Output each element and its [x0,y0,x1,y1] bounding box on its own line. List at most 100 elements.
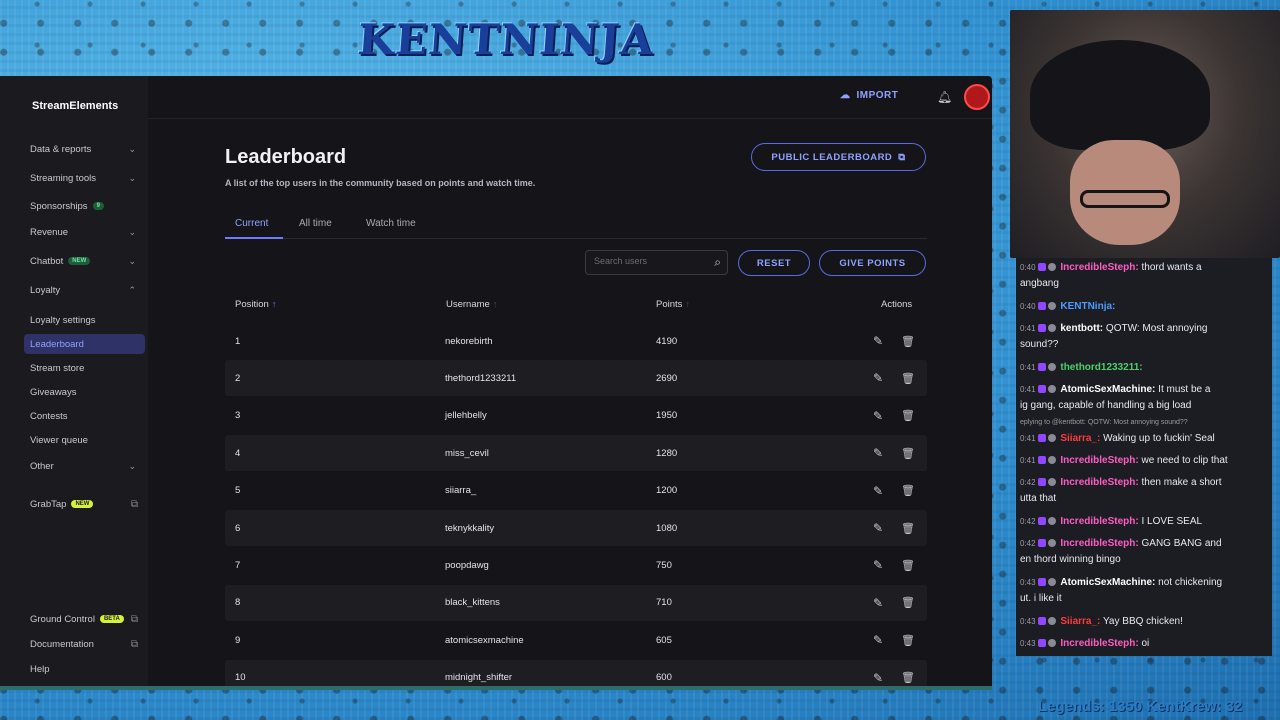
tab-current[interactable]: Current [235,218,268,229]
sidebar-item-contests[interactable]: Contests [30,406,140,426]
bell-icon[interactable]: 🔔︎ [937,90,952,104]
sidebar-item-other[interactable]: Other ⌄ [30,456,140,476]
page-subtitle: A list of the top users in the community… [225,178,536,188]
sidebar-item-revenue[interactable]: Revenue ⌄ [30,222,140,242]
tab-bar: Current All time Watch time [225,214,927,239]
public-leaderboard-label: PUBLIC LEADERBOARD [771,151,893,163]
user-badge-icon [1047,263,1056,271]
trash-icon[interactable]: 🗑︎ [901,484,915,497]
user-badge-icon [1047,478,1056,486]
chat-reply-context: eplying to @kentbott: QOTW: Most annoyin… [1020,419,1188,426]
sidebar-item-label: Loyalty [30,284,61,296]
subscriber-badge-icon [1037,539,1046,547]
sidebar-item-ground-control[interactable]: Ground Control BETA ⧉ [30,609,140,629]
trash-icon[interactable]: 🗑︎ [901,596,915,609]
reset-button[interactable]: RESET [738,250,810,276]
cell-username: nekorebirth [445,335,493,347]
trash-icon[interactable]: 🗑︎ [901,409,915,422]
edit-icon[interactable]: ✎ [873,484,883,498]
sidebar-item-label: Chatbot [30,255,64,267]
trash-icon[interactable]: 🗑︎ [901,559,915,572]
table-row: 7 poopdawg 750 ✎ 🗑︎ [225,547,927,583]
sidebar-item-giveaways[interactable]: Giveaways [30,382,140,402]
external-link-icon: ⧉ [130,638,138,650]
chat-timestamp: 0:41 [1020,363,1036,372]
edit-icon[interactable]: ✎ [873,633,883,647]
streamelements-logo[interactable]: StreamElements [32,100,118,112]
sidebar-item-label: Giveaways [30,386,77,398]
trash-icon[interactable]: 🗑︎ [901,634,915,647]
cell-position: 7 [235,559,241,571]
chat-timestamp: 0:40 [1020,263,1036,272]
table-row: 8 black_kittens 710 ✎ 🗑︎ [225,584,927,621]
chat-timestamp: 0:41 [1020,456,1036,465]
chat-username[interactable]: IncredibleSteph: [1060,516,1138,527]
chat-username[interactable]: Siiarra_: [1060,433,1100,444]
chat-timestamp: 0:43 [1020,639,1036,648]
sidebar-item-label: Help [30,663,50,675]
sidebar-item-grabtap[interactable]: GrabTap NEW ⧉ [30,494,140,514]
sidebar-item-sponsorships[interactable]: Sponsorships 9 [30,196,140,216]
edit-icon[interactable]: ✎ [873,521,883,535]
edit-icon[interactable]: ✎ [873,446,883,460]
cell-position: 8 [235,597,241,609]
trash-icon[interactable]: 🗑︎ [901,671,915,684]
column-header-position[interactable]: Position ↑ [235,299,276,310]
give-points-button[interactable]: GIVE POINTS [819,250,926,276]
column-header-points[interactable]: Points ↑ [656,299,690,310]
goal-ticker: Legends: 1350 KentKrew: 32 [1038,698,1243,715]
edit-icon[interactable]: ✎ [873,596,883,610]
sidebar-item-documentation[interactable]: Documentation ⧉ [30,634,140,654]
chat-text-continued: sound?? [1020,339,1059,350]
cell-position: 1 [235,335,241,347]
sidebar-item-stream-store[interactable]: Stream store [30,358,140,378]
sidebar-item-chatbot[interactable]: Chatbot NEW ⌄ [30,251,140,271]
chat-username[interactable]: IncredibleSteph: [1060,477,1138,488]
sidebar-item-data-reports[interactable]: Data & reports ⌄ [30,139,140,159]
edit-icon[interactable]: ✎ [873,409,883,423]
chat-timestamp: 0:42 [1020,517,1036,526]
table-row: 4 miss_cevil 1280 ✎ 🗑︎ [225,435,927,472]
sidebar-item-loyalty[interactable]: Loyalty ⌃ [30,280,140,300]
channel-logo: KENTNINJA [356,14,656,64]
sidebar-item-viewer-queue[interactable]: Viewer queue [30,430,140,450]
chat-text-continued: utta that [1020,493,1057,504]
trash-icon[interactable]: 🗑︎ [901,447,915,460]
user-badge-icon [1047,539,1056,547]
chat-username[interactable]: IncredibleSteph: [1060,455,1138,466]
chat-username[interactable]: IncredibleSteph: [1060,638,1138,649]
sidebar-item-streaming-tools[interactable]: Streaming tools ⌄ [30,168,140,188]
edit-icon[interactable]: ✎ [873,371,883,385]
search-input[interactable] [594,256,704,266]
tab-all-time[interactable]: All time [299,218,332,229]
chat-username[interactable]: KENTNinja: [1060,301,1115,312]
column-header-username[interactable]: Username ↑ [446,299,497,310]
chat-message: 0:41 kentbott: QOTW: Most annoying sound?… [1020,321,1268,353]
tab-watch-time[interactable]: Watch time [366,218,416,229]
edit-icon[interactable]: ✎ [873,558,883,572]
trash-icon[interactable]: 🗑︎ [901,335,915,348]
chat-text: Yay BBQ chicken! [1103,616,1183,627]
trash-icon[interactable]: 🗑︎ [901,522,915,535]
user-badge-icon [1047,617,1056,625]
chat-username[interactable]: Siiarra_: [1060,616,1100,627]
edit-icon[interactable]: ✎ [873,334,883,348]
chat-username[interactable]: AtomicSexMachine: [1060,384,1155,395]
subscriber-badge-icon [1037,385,1046,393]
sidebar-item-leaderboard[interactable]: Leaderboard [24,334,145,354]
chat-username[interactable]: thethord1233211: [1060,362,1142,373]
search-icon[interactable]: ⌕ [714,255,721,270]
chat-username[interactable]: kentbott: [1060,323,1103,334]
trash-icon[interactable]: 🗑︎ [901,372,915,385]
avatar[interactable] [964,84,990,110]
public-leaderboard-button[interactable]: PUBLIC LEADERBOARD ⧉ [751,143,926,171]
chat-username[interactable]: IncredibleSteph: [1060,538,1138,549]
user-badge-icon [1047,363,1056,371]
sidebar-item-help[interactable]: Help [30,659,140,679]
sidebar-item-loyalty-settings[interactable]: Loyalty settings [30,310,140,330]
chevron-down-icon: ⌄ [128,143,136,154]
chat-username[interactable]: IncredibleSteph: [1060,262,1138,273]
edit-icon[interactable]: ✎ [873,671,883,685]
chat-username[interactable]: AtomicSexMachine: [1060,577,1155,588]
cell-points: 4190 [656,335,678,347]
